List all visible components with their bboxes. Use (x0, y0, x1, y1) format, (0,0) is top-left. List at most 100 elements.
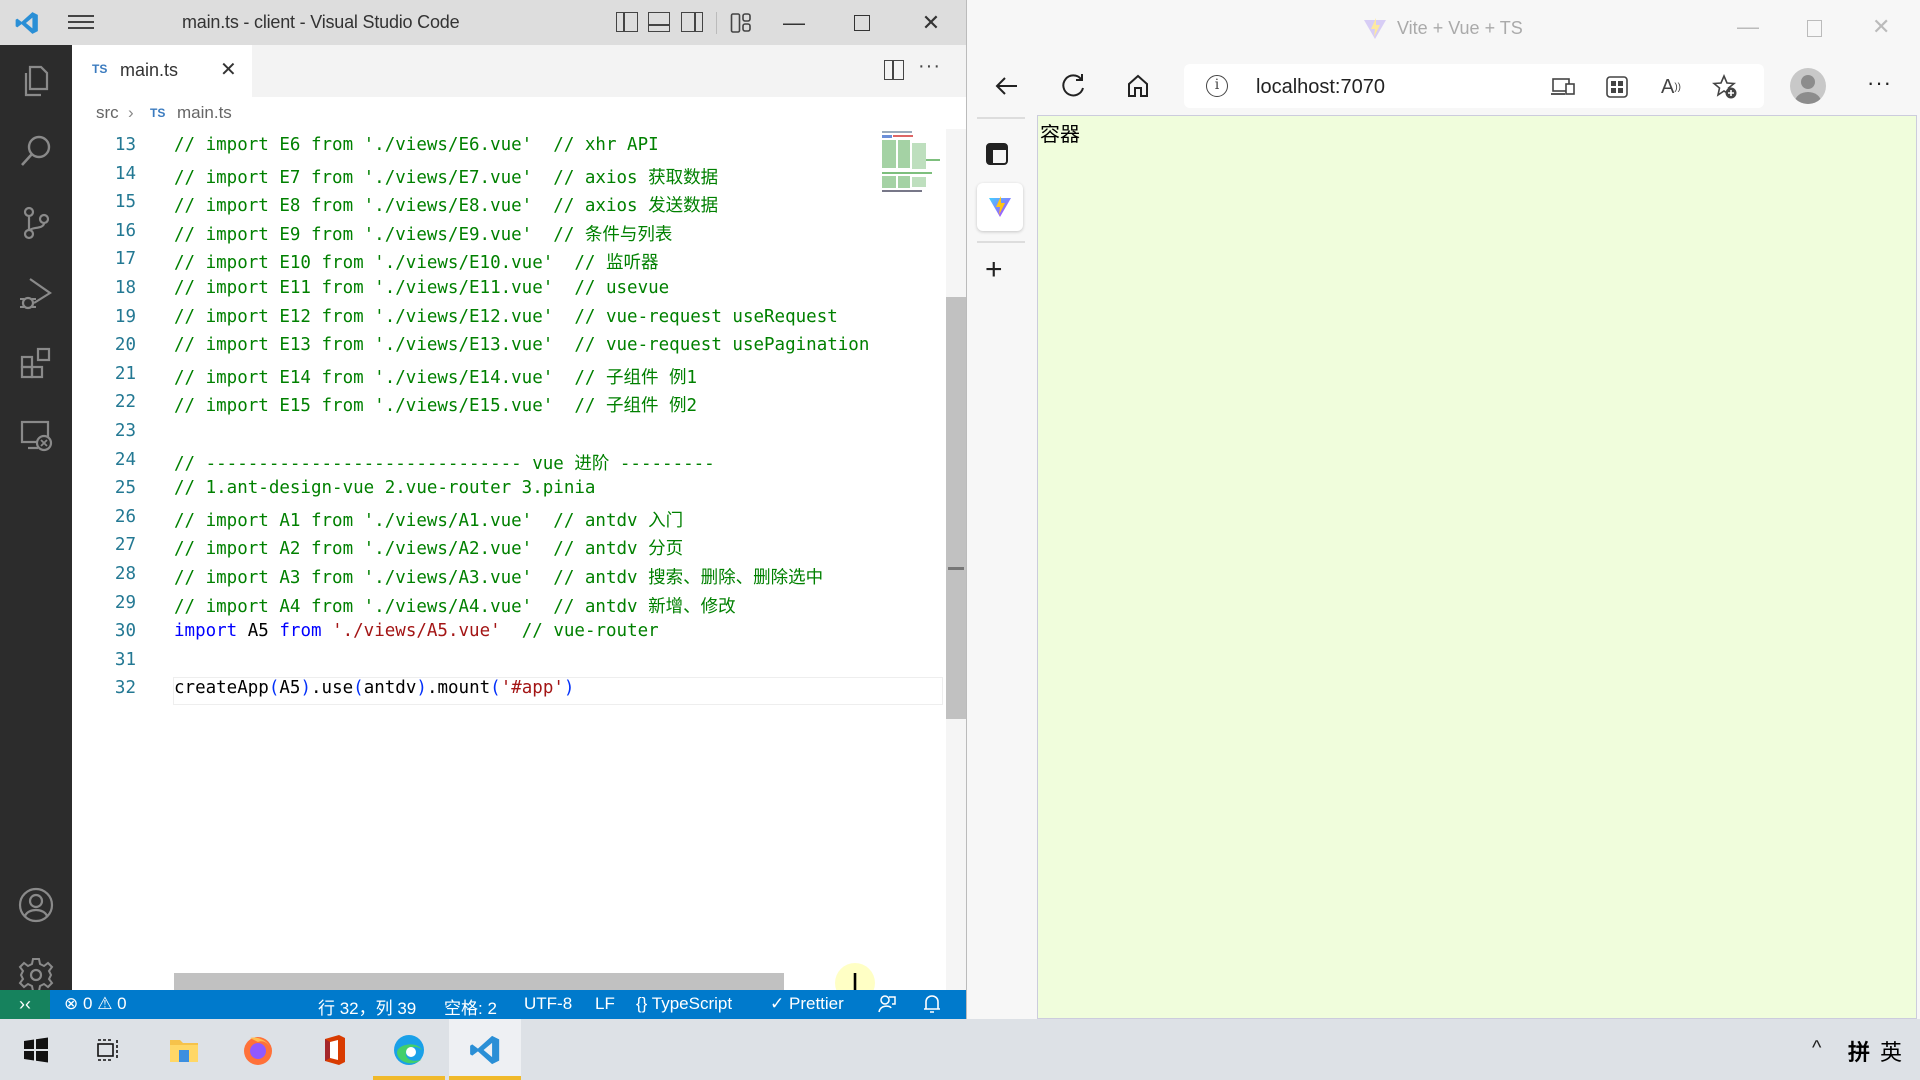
back-button[interactable] (989, 68, 1025, 104)
tab-vite-vue-ts[interactable] (977, 183, 1023, 231)
extensions-icon[interactable] (14, 341, 58, 385)
code-line[interactable]: 14 // import E7 from './views/E7.vue' // … (72, 164, 872, 192)
search-icon[interactable] (14, 129, 58, 173)
code-line[interactable]: 31 (72, 650, 872, 678)
code-text[interactable]: // ------------------------------ vue 进阶… (174, 450, 872, 475)
toggle-panel-icon[interactable] (648, 12, 670, 32)
code-text[interactable]: // import E6 from './views/E6.vue' // xh… (174, 135, 872, 155)
code-line[interactable]: 20 // import E13 from './views/E13.vue' /… (72, 335, 872, 363)
code-line[interactable]: 16 // import E9 from './views/E9.vue' // … (72, 221, 872, 249)
taskbar-office[interactable] (298, 1019, 370, 1080)
vertical-scrollbar-thumb[interactable] (946, 297, 966, 719)
start-menu-button[interactable] (0, 1019, 72, 1080)
code-line[interactable]: 17 // import E10 from './views/E10.vue' /… (72, 249, 872, 277)
split-editor-icon[interactable] (884, 60, 904, 80)
code-line[interactable]: 30 import A5 from './views/A5.vue' // vue… (72, 621, 872, 649)
code-text[interactable]: // import E15 from './views/E15.vue' // … (174, 392, 872, 417)
browser-close-button[interactable]: ✕ (1872, 14, 1890, 40)
more-actions-icon[interactable]: ··· (918, 55, 941, 78)
code-text[interactable]: // import A3 from './views/A3.vue' // an… (174, 564, 872, 589)
profile-avatar[interactable] (1790, 68, 1826, 104)
toggle-primary-sidebar-icon[interactable] (616, 12, 638, 32)
maximize-button[interactable] (839, 8, 885, 38)
code-text[interactable]: // import E12 from './views/E12.vue' // … (174, 307, 872, 327)
input-language-indicator[interactable]: 英 (1880, 1035, 1902, 1067)
code-text[interactable]: createApp(A5).use(antdv).mount('#app') (174, 678, 872, 698)
code-text[interactable]: // import E13 from './views/E13.vue' // … (174, 335, 872, 355)
end-of-line[interactable]: LF (595, 994, 615, 1014)
notifications-bell-icon[interactable] (923, 994, 941, 1019)
code-text[interactable]: // import A4 from './views/A4.vue' // an… (174, 593, 872, 618)
code-text[interactable]: // 1.ant-design-vue 2.vue-router 3.pinia (174, 478, 872, 498)
settings-and-more-icon[interactable]: ··· (1867, 70, 1892, 96)
taskbar-edge[interactable] (373, 1019, 445, 1080)
browser-minimize-button[interactable]: — (1737, 14, 1759, 40)
app-available-icon[interactable] (1604, 74, 1630, 100)
remote-explorer-icon[interactable] (14, 413, 58, 457)
breadcrumb-file[interactable]: main.ts (177, 103, 232, 123)
code-line[interactable]: 18 // import E11 from './views/E11.vue' /… (72, 278, 872, 306)
code-text[interactable]: // import A1 from './views/A1.vue' // an… (174, 507, 872, 532)
address-bar[interactable]: i localhost:7070 A)) (1184, 64, 1764, 108)
code-text[interactable]: // import E7 from './views/E7.vue' // ax… (174, 164, 872, 189)
code-line[interactable]: 22 // import E15 from './views/E15.vue' /… (72, 392, 872, 420)
code-line[interactable]: 32 createApp(A5).use(antdv).mount('#app') (72, 678, 872, 706)
task-view-button[interactable] (72, 1019, 144, 1080)
add-favorite-icon[interactable] (1712, 74, 1738, 100)
horizontal-scrollbar-thumb[interactable] (174, 973, 784, 990)
open-in-app-icon[interactable] (1550, 74, 1576, 100)
code-editor[interactable]: 13 // import E6 from './views/E6.vue' // … (72, 129, 966, 1003)
code-text[interactable]: // import E14 from './views/E14.vue' // … (174, 364, 872, 389)
code-line[interactable]: 25 // 1.ant-design-vue 2.vue-router 3.pin… (72, 478, 872, 506)
customize-layout-icon[interactable] (730, 12, 752, 34)
indentation[interactable]: 空格: 2 (444, 994, 497, 1019)
explorer-icon[interactable] (14, 59, 58, 103)
tab-main-ts[interactable]: TS main.ts ✕ (72, 45, 252, 97)
language-mode[interactable]: {} TypeScript (636, 994, 732, 1014)
code-line[interactable]: 19 // import E12 from './views/E12.vue' /… (72, 307, 872, 335)
accounts-icon[interactable] (14, 883, 58, 927)
problems-indicator[interactable]: ⊗ 0 ⚠ 0 (64, 994, 127, 1014)
prettier-status[interactable]: ✓ Prettier (770, 994, 844, 1014)
toggle-secondary-sidebar-icon[interactable] (681, 12, 703, 32)
close-window-button[interactable]: ✕ (908, 8, 954, 38)
code-line[interactable]: 28 // import A3 from './views/A3.vue' // … (72, 564, 872, 592)
run-debug-icon[interactable] (14, 271, 58, 315)
taskbar-file-explorer[interactable] (148, 1019, 220, 1080)
code-line[interactable]: 23 (72, 421, 872, 449)
browser-maximize-button[interactable] (1807, 20, 1822, 37)
home-button[interactable] (1120, 68, 1156, 104)
code-text[interactable]: // import E11 from './views/E11.vue' // … (174, 278, 872, 298)
code-line[interactable]: 21 // import E14 from './views/E14.vue' /… (72, 364, 872, 392)
new-tab-plus-icon[interactable]: + (985, 253, 1003, 287)
code-text[interactable]: // import E8 from './views/E8.vue' // ax… (174, 192, 872, 217)
minimap[interactable] (880, 129, 944, 193)
code-line[interactable]: 13 // import E6 from './views/E6.vue' // … (72, 135, 872, 163)
code-text[interactable]: // import E9 from './views/E9.vue' // 条件… (174, 221, 872, 246)
code-text[interactable]: // import A2 from './views/A2.vue' // an… (174, 535, 872, 560)
code-line[interactable]: 24 // ------------------------------ vue … (72, 450, 872, 478)
code-line[interactable]: 27 // import A2 from './views/A2.vue' // … (72, 535, 872, 563)
encoding[interactable]: UTF-8 (524, 994, 572, 1014)
remote-indicator-icon[interactable]: ›‹ (0, 990, 50, 1019)
ime-mode-indicator[interactable]: 拼 (1848, 1035, 1870, 1067)
taskbar-vscode[interactable] (449, 1019, 521, 1080)
cursor-position[interactable]: 行 32，列 39 (318, 994, 416, 1019)
refresh-button[interactable] (1055, 68, 1091, 104)
source-control-icon[interactable] (14, 201, 58, 245)
minimize-button[interactable]: — (771, 8, 817, 38)
show-hidden-icons-chevron-icon[interactable]: ^ (1812, 1037, 1821, 1060)
menu-hamburger-icon[interactable] (68, 12, 94, 32)
url-text[interactable]: localhost:7070 (1256, 76, 1385, 99)
feedback-icon[interactable] (877, 994, 897, 1019)
code-text[interactable]: // import E10 from './views/E10.vue' // … (174, 249, 872, 274)
code-line[interactable]: 26 // import A1 from './views/A1.vue' // … (72, 507, 872, 535)
code-text[interactable]: import A5 from './views/A5.vue' // vue-r… (174, 621, 872, 641)
read-aloud-icon[interactable]: A)) (1658, 74, 1684, 100)
close-tab-icon[interactable]: ✕ (220, 57, 237, 82)
breadcrumb-folder[interactable]: src (96, 103, 119, 123)
taskbar-firefox[interactable] (222, 1019, 294, 1080)
code-line[interactable]: 29 // import A4 from './views/A4.vue' // … (72, 593, 872, 621)
site-info-icon[interactable]: i (1206, 75, 1228, 97)
tab-actions-icon[interactable] (986, 143, 1008, 165)
